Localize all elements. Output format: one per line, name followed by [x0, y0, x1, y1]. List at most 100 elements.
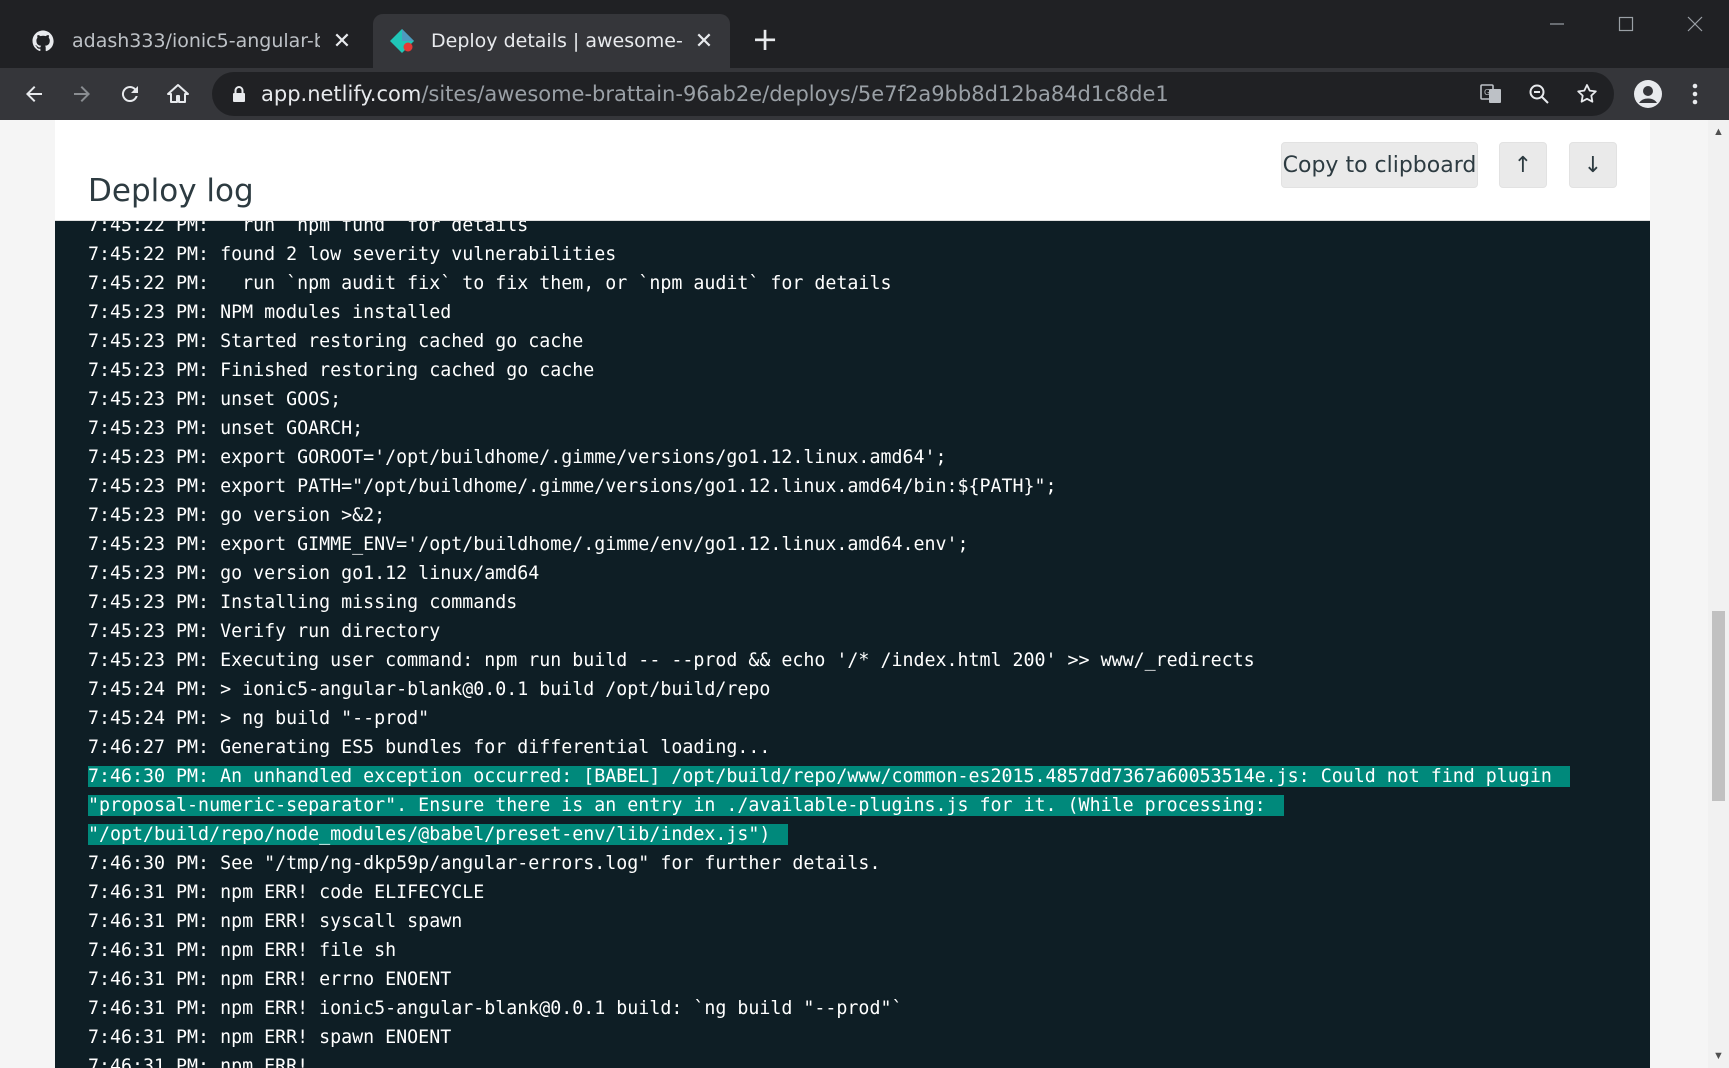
scrollbar-thumb[interactable] — [1712, 611, 1725, 801]
home-icon[interactable] — [158, 74, 198, 114]
arrow-up-icon: ↑ — [1513, 152, 1533, 178]
log-line-text: 7:45:23 PM: NPM modules installed — [88, 302, 452, 323]
log-line: 7:45:23 PM: Executing user command: npm … — [88, 646, 1588, 675]
log-line: 7:46:30 PM: See "/tmp/ng-dkp59p/angular-… — [88, 849, 1588, 878]
log-line: 7:46:31 PM: npm ERR! ionic5-angular-blan… — [88, 994, 1588, 1023]
log-line: 7:45:22 PM: run `npm fund` for details — [88, 221, 1588, 240]
log-line: 7:45:23 PM: Installing missing commands — [88, 588, 1588, 617]
close-tab-icon[interactable]: ✕ — [330, 29, 354, 54]
url-host: app.netlify.com — [261, 82, 422, 106]
log-line-text: 7:45:22 PM: run `npm audit fix` to fix t… — [88, 273, 892, 294]
reload-icon[interactable] — [110, 74, 150, 114]
github-icon — [30, 28, 56, 54]
copy-to-clipboard-button[interactable]: Copy to clipboard — [1281, 142, 1478, 188]
new-tab-button[interactable]: + — [748, 20, 782, 58]
log-line: 7:45:24 PM: > ionic5-angular-blank@0.0.1… — [88, 675, 1588, 704]
star-icon[interactable] — [1572, 79, 1602, 109]
svg-text:G: G — [1484, 88, 1490, 97]
url-text[interactable]: app.netlify.com/sites/awesome-brattain-9… — [261, 72, 1169, 116]
page-scrollbar[interactable]: ▲ ▼ — [1708, 120, 1729, 1068]
log-line-text: 7:45:22 PM: found 2 low severity vulnera… — [88, 244, 617, 265]
log-line: 7:46:31 PM: npm ERR! — [88, 1052, 1588, 1068]
log-line-text: 7:46:31 PM: npm ERR! spawn ENOENT — [88, 1027, 452, 1048]
close-tab-icon[interactable]: ✕ — [692, 29, 716, 54]
window-close-icon[interactable] — [1675, 8, 1715, 40]
tab-title: adash333/ionic5-angular-blank — [72, 30, 320, 52]
log-line-text-highlighted: 7:46:30 PM: An unhandled exception occur… — [88, 766, 1570, 787]
scroll-down-arrow-icon[interactable]: ▼ — [1708, 1046, 1729, 1066]
log-line-text: 7:45:23 PM: export PATH="/opt/buildhome/… — [88, 476, 1057, 497]
log-line: "/opt/build/repo/node_modules/@babel/pre… — [88, 820, 1588, 849]
log-line: 7:45:23 PM: NPM modules installed — [88, 298, 1588, 327]
log-line: 7:45:23 PM: Started restoring cached go … — [88, 327, 1588, 356]
zoom-out-icon[interactable] — [1524, 79, 1554, 109]
scroll-up-arrow-icon[interactable]: ▲ — [1708, 122, 1729, 142]
tab-title: Deploy details | awesome-brattain-96ab2e — [431, 30, 682, 52]
log-line-text-highlighted: "proposal-numeric-separator". Ensure the… — [88, 795, 1284, 816]
deploy-log-title: Deploy log — [88, 172, 254, 209]
translate-icon[interactable]: G — [1476, 79, 1506, 109]
log-line: 7:45:22 PM: run `npm audit fix` to fix t… — [88, 269, 1588, 298]
log-line-text: 7:45:23 PM: export GIMME_ENV='/opt/build… — [88, 534, 969, 555]
address-bar[interactable]: app.netlify.com/sites/awesome-brattain-9… — [212, 72, 1614, 116]
log-line: 7:45:23 PM: Finished restoring cached go… — [88, 356, 1588, 385]
log-line: 7:46:31 PM: npm ERR! file sh — [88, 936, 1588, 965]
log-line-text: 7:46:27 PM: Generating ES5 bundles for d… — [88, 737, 771, 758]
log-line-text: 7:45:23 PM: go version >&2; — [88, 505, 386, 526]
log-line: "proposal-numeric-separator". Ensure the… — [88, 791, 1588, 820]
log-line-text: 7:45:23 PM: Finished restoring cached go… — [88, 360, 595, 381]
page-content: Deploy log Copy to clipboard ↑ ↓ 7:45:22… — [0, 120, 1708, 1068]
forward-arrow-icon[interactable] — [62, 74, 102, 114]
url-path: /sites/awesome-brattain-96ab2e/deploys/5… — [421, 82, 1169, 106]
log-line-text: 7:46:31 PM: npm ERR! syscall spawn — [88, 911, 463, 932]
log-line-text: 7:46:31 PM: npm ERR! — [88, 1056, 309, 1068]
tab-github[interactable]: adash333/ionic5-angular-blank ✕ — [14, 14, 368, 68]
log-line-text: 7:45:23 PM: Started restoring cached go … — [88, 331, 584, 352]
log-line-text: 7:45:23 PM: go version go1.12 linux/amd6… — [88, 563, 540, 584]
browser-toolbar: app.netlify.com/sites/awesome-brattain-9… — [0, 68, 1729, 120]
log-line: 7:45:23 PM: export GIMME_ENV='/opt/build… — [88, 530, 1588, 559]
log-line-text: 7:46:30 PM: See "/tmp/ng-dkp59p/angular-… — [88, 853, 881, 874]
log-line: 7:45:23 PM: go version go1.12 linux/amd6… — [88, 559, 1588, 588]
log-line: 7:46:31 PM: npm ERR! spawn ENOENT — [88, 1023, 1588, 1052]
log-line: 7:46:30 PM: An unhandled exception occur… — [88, 762, 1588, 791]
scroll-down-button[interactable]: ↓ — [1569, 142, 1617, 188]
deploy-log-header: Deploy log Copy to clipboard ↑ ↓ — [55, 120, 1650, 221]
tab-netlify[interactable]: Deploy details | awesome-brattain-96ab2e… — [373, 14, 730, 68]
browser-tabstrip: adash333/ionic5-angular-blank ✕ Deploy d… — [0, 0, 1729, 68]
menu-kebab-icon[interactable] — [1675, 74, 1715, 114]
log-line: 7:45:22 PM: found 2 low severity vulnera… — [88, 240, 1588, 269]
log-line: 7:45:23 PM: unset GOARCH; — [88, 414, 1588, 443]
log-line: 7:46:31 PM: npm ERR! syscall spawn — [88, 907, 1588, 936]
log-line: 7:46:31 PM: npm ERR! errno ENOENT — [88, 965, 1588, 994]
log-line: 7:45:23 PM: export GOROOT='/opt/buildhom… — [88, 443, 1588, 472]
minimize-icon[interactable] — [1537, 8, 1577, 40]
log-line-text: 7:45:23 PM: Executing user command: npm … — [88, 650, 1255, 671]
log-line-text: 7:45:22 PM: run `npm fund` for details — [88, 221, 529, 236]
log-line-text: 7:45:23 PM: unset GOARCH; — [88, 418, 364, 439]
log-line: 7:45:23 PM: go version >&2; — [88, 501, 1588, 530]
maximize-icon[interactable] — [1606, 8, 1646, 40]
log-line: 7:45:23 PM: export PATH="/opt/buildhome/… — [88, 472, 1588, 501]
log-line-text: 7:46:31 PM: npm ERR! ionic5-angular-blan… — [88, 998, 903, 1019]
log-line-text: 7:46:31 PM: npm ERR! code ELIFECYCLE — [88, 882, 485, 903]
log-line-text: 7:45:23 PM: Verify run directory — [88, 621, 441, 642]
log-line-text: 7:46:31 PM: npm ERR! file sh — [88, 940, 397, 961]
log-line-text: 7:45:23 PM: export GOROOT='/opt/buildhom… — [88, 447, 947, 468]
scroll-up-button[interactable]: ↑ — [1499, 142, 1547, 188]
log-line: 7:45:23 PM: Verify run directory — [88, 617, 1588, 646]
lock-icon[interactable] — [224, 79, 254, 109]
profile-avatar-icon[interactable] — [1628, 74, 1668, 114]
deploy-log-output[interactable]: 7:45:22 PM: run `npm fund` for details 7:… — [55, 221, 1650, 1068]
netlify-icon — [389, 28, 415, 54]
log-line-text: 7:45:23 PM: unset GOOS; — [88, 389, 342, 410]
log-line: 7:46:27 PM: Generating ES5 bundles for d… — [88, 733, 1588, 762]
arrow-down-icon: ↓ — [1583, 152, 1603, 178]
log-line: 7:46:31 PM: npm ERR! code ELIFECYCLE — [88, 878, 1588, 907]
log-line: 7:45:23 PM: unset GOOS; — [88, 385, 1588, 414]
log-line-text: 7:45:24 PM: > ionic5-angular-blank@0.0.1… — [88, 679, 771, 700]
back-arrow-icon[interactable] — [14, 74, 54, 114]
log-line: 7:45:24 PM: > ng build "--prod" — [88, 704, 1588, 733]
log-line-text: 7:46:31 PM: npm ERR! errno ENOENT — [88, 969, 452, 990]
log-lines: 7:45:22 PM: run `npm fund` for details 7:… — [88, 221, 1588, 1068]
